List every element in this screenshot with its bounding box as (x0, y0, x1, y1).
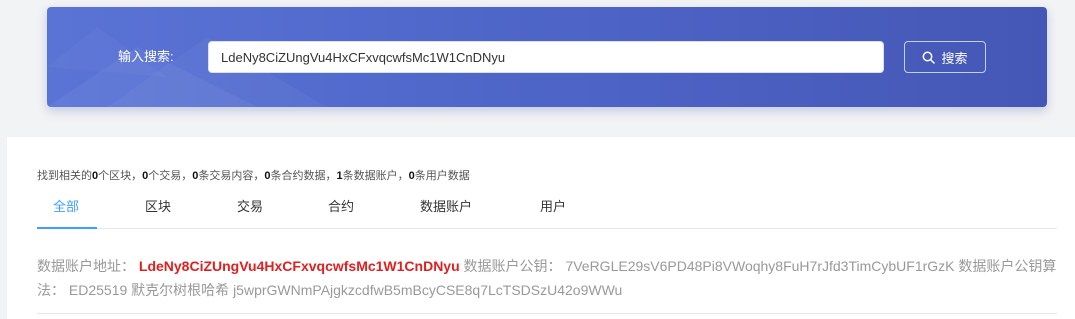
search-label: 输入搜索: (118, 49, 174, 64)
results-panel: 找到相关的0个区块，0个交易，0条交易内容，0条合约数据，1条数据账户，0条用户… (7, 137, 1075, 319)
blocks-label: 个区块， (98, 170, 143, 182)
address-label: 数据账户地址： (37, 258, 135, 274)
search-input[interactable] (208, 41, 884, 73)
tab-contract[interactable]: 合约 (328, 199, 354, 215)
search-summary: 找到相关的0个区块，0个交易，0条交易内容，0条合约数据，1条数据账户，0条用户… (37, 169, 470, 183)
search-icon (923, 51, 936, 64)
tab-user[interactable]: 用户 (540, 199, 566, 215)
search-button-label: 搜索 (941, 50, 968, 66)
summary-prefix: 找到相关的 (37, 170, 92, 182)
pubkey-value: 7VeRGLE29sV6PD48Pi8VWoqhy8FuH7rJfd3TimCy… (565, 258, 955, 274)
result-divider (37, 313, 1057, 314)
algorithm-value: ED25519 (68, 282, 128, 298)
address-link[interactable]: LdeNy8CiZUngVu4HxCFxvqcwfsMc1W1CnDNyu (139, 258, 460, 274)
contract-label: 条合约数据， (270, 170, 337, 182)
user-label: 条用户数据 (414, 170, 470, 182)
tx-label: 个交易， (148, 170, 193, 182)
active-tab-indicator (37, 227, 97, 229)
result-tabs: 全部 区块 交易 合约 数据账户 用户 (37, 191, 1057, 229)
result-item: 数据账户地址： LdeNy8CiZUngVu4HxCFxvqcwfsMc1W1C… (37, 254, 1065, 302)
tab-block[interactable]: 区块 (145, 199, 171, 215)
tab-data-account[interactable]: 数据账户 (420, 199, 472, 215)
signature-label: 默克尔树根哈希 (131, 282, 230, 298)
tab-transaction[interactable]: 交易 (237, 199, 263, 215)
dataaccount-label: 条数据账户， (342, 170, 409, 182)
txcontent-label: 条交易内容， (198, 170, 265, 182)
search-button[interactable]: 搜索 (904, 41, 986, 73)
pubkey-label: 数据账户公钥： (463, 258, 562, 274)
signature-value: j5wprGWNmPAjgkzcdfwB5mBcyCSE8q7LcTSDSzU4… (233, 282, 623, 298)
search-banner: 输入搜索: 搜索 (47, 7, 1047, 107)
tab-all[interactable]: 全部 (53, 199, 79, 215)
